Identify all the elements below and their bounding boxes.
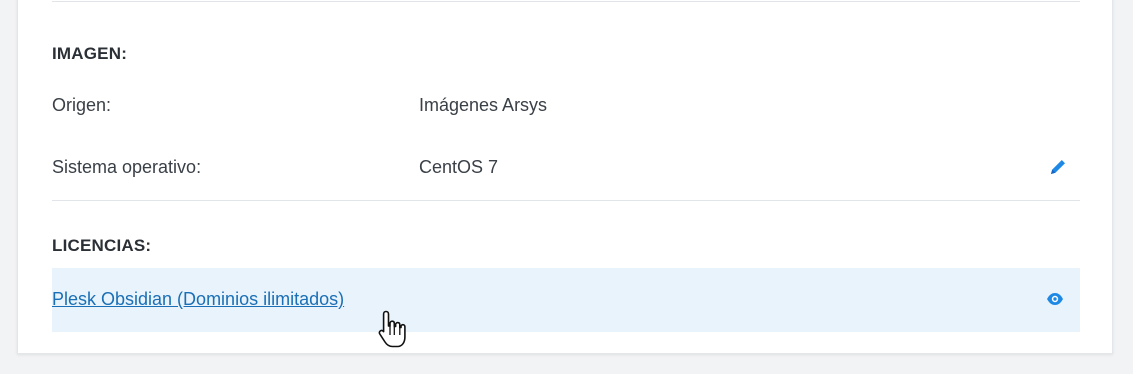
hand-cursor-icon: [378, 310, 406, 348]
license-row[interactable]: Plesk Obsidian (Dominios ilimitados): [52, 268, 1080, 332]
sistema-operativo-label: Sistema operativo:: [52, 157, 202, 177]
pencil-icon[interactable]: [1048, 157, 1068, 177]
section-title-licencias: LICENCIAS:: [52, 236, 152, 255]
divider: [52, 1, 1080, 2]
origen-label: Origen:: [52, 95, 112, 115]
divider: [52, 200, 1080, 201]
sistema-operativo-value: CentOS 7: [419, 157, 499, 177]
license-link[interactable]: Plesk Obsidian (Dominios ilimitados): [52, 289, 344, 310]
section-title-imagen: IMAGEN:: [52, 44, 128, 63]
details-card: IMAGEN: Origen: Imágenes Arsys Sistema o…: [17, 0, 1113, 354]
eye-icon[interactable]: [1046, 292, 1064, 306]
origen-value: Imágenes Arsys: [419, 95, 548, 115]
